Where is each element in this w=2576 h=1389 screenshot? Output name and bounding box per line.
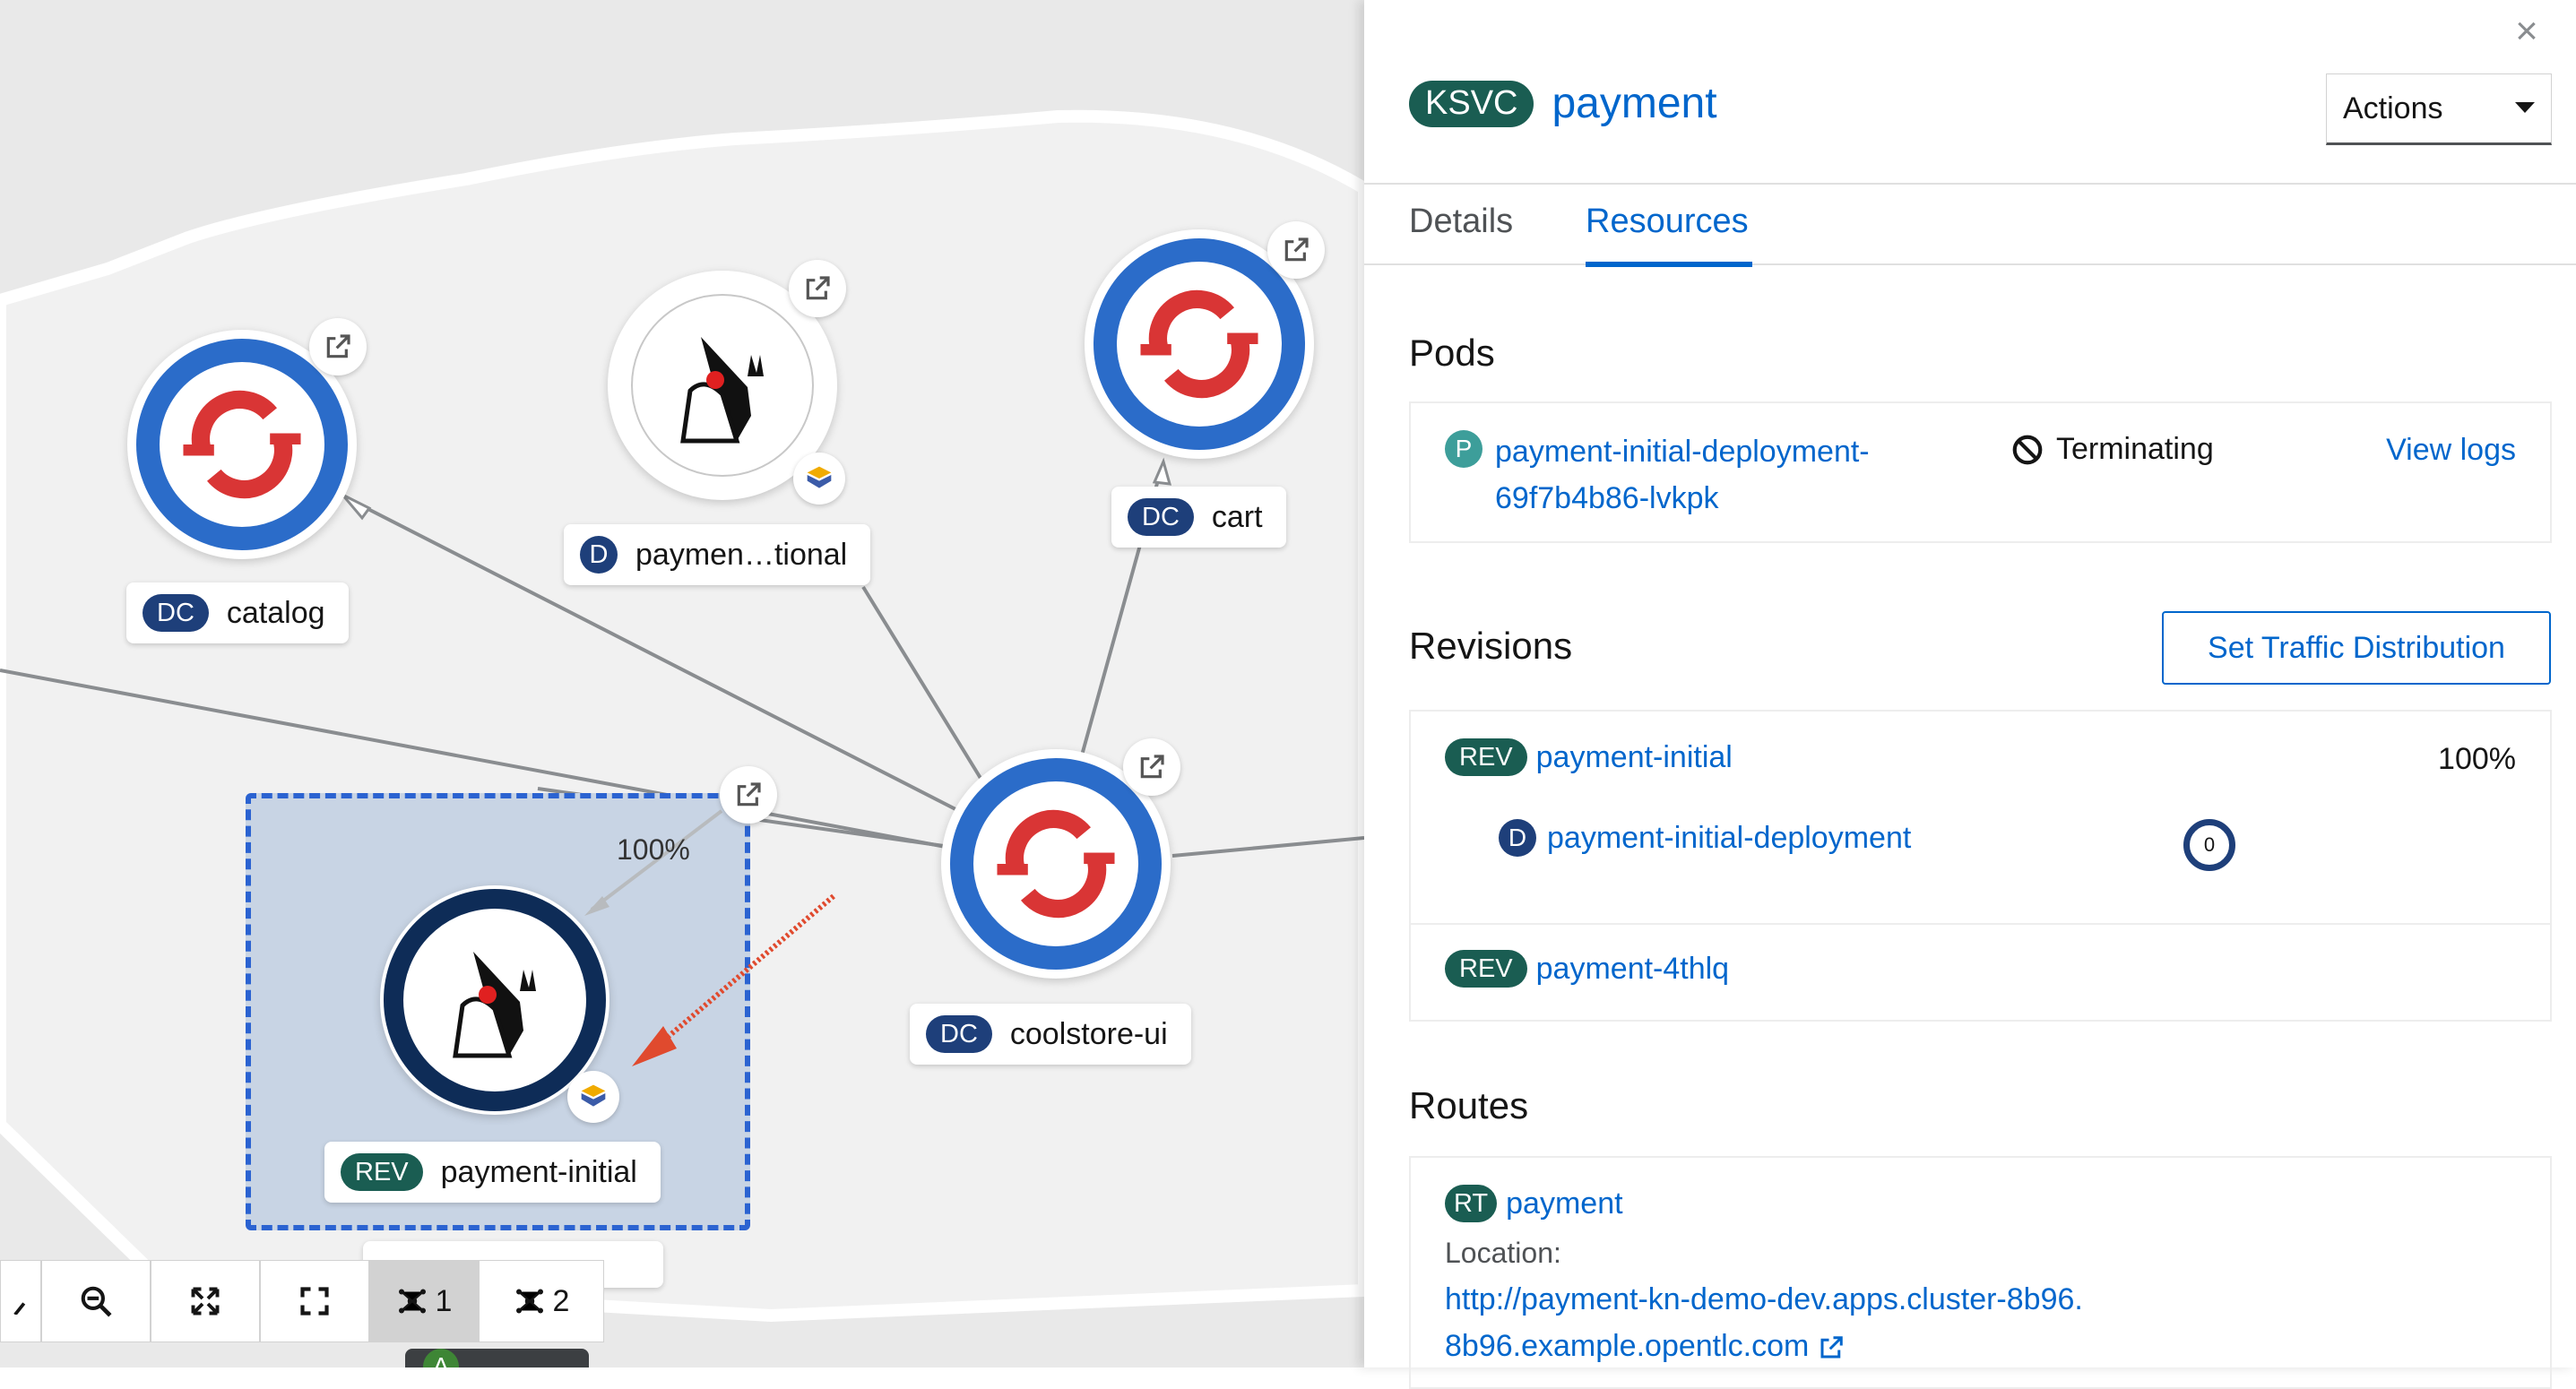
actions-label: Actions	[2343, 91, 2443, 125]
pods-list: P payment-initial-deployment-69f7b4b86-l…	[1409, 401, 2552, 543]
pod-status: Terminating	[2011, 432, 2214, 467]
revision-row: REV payment-4thlq	[1445, 950, 1729, 988]
fullscreen-icon	[300, 1287, 329, 1316]
panel-tabs: Details Resources	[1364, 183, 2576, 267]
fit-to-screen-button[interactable]	[151, 1260, 260, 1342]
divider	[1411, 923, 2550, 925]
revisions-heading: Revisions	[1409, 625, 1573, 667]
openshift-logo-icon	[997, 809, 1115, 919]
route-url[interactable]: http://payment-kn-demo-dev.apps.cluster-…	[1445, 1276, 2090, 1369]
route-link[interactable]: payment	[1506, 1186, 1622, 1221]
node-label-payment-optional[interactable]: D paymen…tional	[564, 524, 871, 585]
revisions-list: REV payment-initial 100% D payment-initi…	[1409, 710, 2552, 1022]
terminating-icon	[2012, 435, 2043, 464]
d-badge: D	[580, 536, 618, 574]
open-url-icon[interactable]	[1123, 738, 1180, 796]
node-name: paymen…tional	[635, 537, 848, 572]
active-tab-indicator	[1586, 262, 1752, 267]
deployment-link[interactable]: payment-initial-deployment	[1547, 821, 1911, 856]
open-url-icon[interactable]	[1267, 221, 1325, 279]
panel-title: KSVC payment	[1409, 79, 1717, 128]
open-url-icon[interactable]	[309, 318, 367, 375]
rev-badge: REV	[1445, 950, 1527, 988]
build-decorator-icon[interactable]	[567, 1071, 619, 1123]
layout-2-label: 2	[552, 1283, 570, 1318]
side-panel: × KSVC payment Actions Details Resources…	[1364, 0, 2576, 1389]
revision-link[interactable]: payment-initial	[1536, 740, 1733, 775]
node-name: catalog	[226, 595, 325, 630]
tab-details[interactable]: Details	[1409, 203, 1513, 241]
open-url-icon[interactable]	[789, 260, 846, 317]
caret-down-icon	[2515, 102, 2535, 113]
topology-layout-icon	[398, 1289, 426, 1314]
deployment-row: D payment-initial-deployment	[1499, 819, 1911, 857]
rt-badge: RT	[1445, 1185, 1498, 1222]
rev-badge: REV	[1445, 738, 1527, 776]
revision-link[interactable]: payment-4thlq	[1536, 952, 1729, 987]
close-icon[interactable]: ×	[2504, 9, 2549, 54]
zoom-in-icon	[13, 1302, 26, 1315]
node-name: payment-initial	[440, 1154, 637, 1189]
open-url-icon[interactable]	[720, 766, 777, 824]
location-label: Location:	[1445, 1237, 1561, 1269]
actions-dropdown[interactable]: Actions	[2326, 73, 2552, 145]
traffic-percent: 100%	[617, 833, 690, 866]
pod-status-text: Terminating	[2056, 432, 2214, 466]
reset-view-button[interactable]	[260, 1260, 369, 1342]
zoom-out-icon	[81, 1286, 112, 1317]
revision-row: REV payment-initial	[1445, 738, 1733, 776]
dc-badge: DC	[1128, 498, 1194, 536]
layout-1-label: 1	[435, 1283, 453, 1318]
node-label-payment-initial[interactable]: REV payment-initial	[324, 1142, 661, 1203]
service-name: payment	[1552, 80, 1717, 127]
set-traffic-distribution-button[interactable]: Set Traffic Distribution	[2162, 611, 2551, 685]
p-badge: P	[1445, 430, 1482, 468]
layout-2-button[interactable]: 2	[479, 1260, 604, 1342]
pod-count: 0	[2203, 833, 2216, 856]
pod-count-ring[interactable]: 0	[2183, 819, 2235, 871]
openshift-logo-icon	[183, 390, 301, 499]
routes-heading: Routes	[1409, 1084, 1529, 1126]
route-url-text[interactable]: http://payment-kn-demo-dev.apps.cluster-…	[1445, 1282, 2083, 1363]
dc-badge: DC	[926, 1015, 992, 1053]
node-label-hidden[interactable]: A	[405, 1349, 589, 1367]
routes-list: RT payment Location: http://payment-kn-d…	[1409, 1156, 2552, 1389]
openshift-logo-icon	[1140, 289, 1258, 399]
node-label-coolstore-ui[interactable]: DC coolstore-ui	[910, 1004, 1191, 1065]
layout-1-button[interactable]: 1	[369, 1260, 479, 1342]
d-badge: D	[1499, 819, 1536, 857]
pods-heading: Pods	[1409, 332, 1495, 374]
ksvc-badge: KSVC	[1409, 80, 1534, 127]
node-label-catalog[interactable]: DC catalog	[126, 582, 349, 643]
external-link-icon	[1820, 1336, 1843, 1359]
dc-badge: DC	[143, 594, 209, 632]
java-duke-icon	[680, 337, 764, 444]
tab-resources[interactable]: Resources	[1586, 203, 1749, 241]
view-logs-link[interactable]: View logs	[2386, 433, 2516, 468]
node-label-cart[interactable]: DC cart	[1111, 487, 1286, 548]
rev-badge: REV	[341, 1153, 423, 1191]
build-decorator-icon[interactable]	[793, 453, 845, 505]
a-badge: A	[423, 1349, 459, 1367]
node-name: cart	[1211, 499, 1263, 534]
pod-link[interactable]: payment-initial-deployment-69f7b4b86-lvk…	[1495, 428, 1961, 522]
zoom-in-button[interactable]	[0, 1260, 41, 1342]
topology-toolbar: 1 2	[0, 1260, 604, 1342]
topology-canvas[interactable]: 100% DC catalog D paymen…tional DC cart …	[0, 0, 1364, 1367]
expand-icon	[191, 1287, 220, 1316]
node-name: coolstore-ui	[1009, 1016, 1168, 1051]
topology-layout-icon	[515, 1289, 543, 1314]
revision-traffic: 100%	[2438, 742, 2516, 776]
route-row: RT payment	[1445, 1185, 1623, 1222]
zoom-out-button[interactable]	[41, 1260, 151, 1342]
java-duke-icon	[453, 952, 536, 1058]
